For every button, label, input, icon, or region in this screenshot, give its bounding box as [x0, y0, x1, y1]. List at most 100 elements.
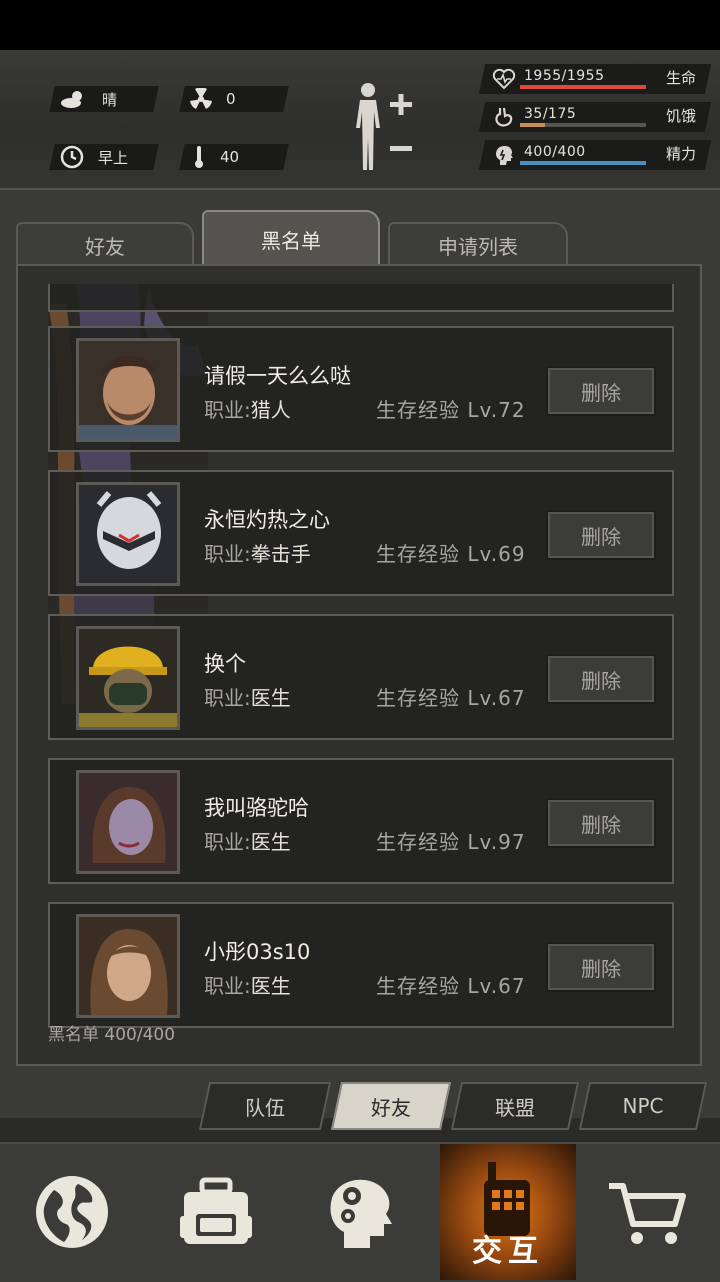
- subtab-team[interactable]: 队伍: [204, 1082, 326, 1130]
- exp-level: Lv.67: [467, 686, 526, 710]
- hp-bar: 1955/1955 生命: [478, 64, 712, 94]
- clock-icon: [60, 145, 84, 169]
- delete-button[interactable]: 删除: [546, 942, 656, 992]
- hunger-value: 35/175: [524, 106, 577, 122]
- radiation-value: 0: [226, 90, 236, 108]
- job-value: 猎人: [250, 398, 291, 422]
- brown-haired-woman-avatar[interactable]: [76, 914, 180, 1018]
- energy-label: 精力: [665, 145, 696, 163]
- hp-track: [520, 85, 646, 89]
- heart-icon: [492, 68, 516, 90]
- dark-haired-woman-avatar[interactable]: [76, 770, 180, 874]
- list-item: 换个职业:医生 生存经验 Lv.67 删除: [48, 614, 674, 740]
- nav-interact-label: 交互: [472, 1234, 544, 1269]
- player-name: 请假一天么么哒: [204, 364, 351, 388]
- exp-prefix: 生存经验: [376, 542, 460, 566]
- temperature-value: 40: [220, 148, 240, 166]
- player-exp: 生存经验 Lv.67: [376, 682, 526, 711]
- player-name: 我叫骆驼哈: [204, 796, 309, 820]
- exp-level: Lv.69: [467, 542, 526, 566]
- exp-prefix: 生存经验: [376, 830, 460, 854]
- job-prefix: 职业: [204, 542, 244, 566]
- temperature-chip: 40: [192, 144, 239, 170]
- player-name: 小彤03s10: [204, 940, 311, 964]
- delete-button[interactable]: 删除: [546, 510, 656, 560]
- delete-button[interactable]: 删除: [546, 366, 656, 416]
- player-job: 职业:拳击手: [204, 542, 311, 566]
- player-name: 换个: [204, 652, 246, 676]
- hp-value: 1955/1955: [524, 68, 605, 84]
- list-item-partial: [48, 284, 674, 312]
- job-value: 医生: [250, 974, 291, 998]
- stat-fill: [520, 161, 646, 165]
- energy-track: [520, 161, 646, 165]
- job-value: 医生: [250, 686, 291, 710]
- exp-level: Lv.72: [467, 398, 526, 422]
- globe-icon: [36, 1176, 108, 1248]
- stat-fill: [520, 85, 646, 89]
- nav-skills-button[interactable]: [288, 1144, 432, 1280]
- player-exp: 生存经验 Lv.69: [376, 538, 526, 567]
- brain-icon: [496, 146, 513, 165]
- blacklist-count-value: 400/400: [104, 1025, 176, 1045]
- player-job: 职业:医生: [204, 974, 291, 998]
- player-job: 职业:猎人: [204, 398, 291, 422]
- player-exp: 生存经验 Lv.67: [376, 970, 526, 999]
- exp-prefix: 生存经验: [376, 974, 460, 998]
- masked-helmet-avatar[interactable]: [76, 482, 180, 586]
- radiation-chip: 0: [190, 86, 236, 112]
- radiation-icon: [190, 88, 212, 109]
- blacklist-count-label: 黑名单: [48, 1025, 99, 1045]
- job-prefix: 职业: [204, 830, 244, 854]
- hp-label: 生命: [665, 69, 696, 87]
- subtab-npc[interactable]: NPC: [584, 1082, 702, 1130]
- job-value: 拳击手: [250, 542, 311, 566]
- job-value: 医生: [250, 830, 291, 854]
- energy-bar: 400/400 精力: [478, 140, 712, 170]
- hardhat-gasmask-avatar[interactable]: [76, 626, 180, 730]
- status-bar: [0, 0, 720, 50]
- thermometer-icon: [195, 146, 203, 168]
- exp-prefix: 生存经验: [376, 686, 460, 710]
- job-prefix: 职业: [204, 398, 244, 422]
- tab-blacklist[interactable]: 黑名单: [202, 210, 380, 266]
- player-exp: 生存经验 Lv.72: [376, 394, 526, 423]
- weather-chip: 晴: [60, 86, 117, 112]
- tab-friends[interactable]: 好友: [16, 222, 194, 266]
- head-gears-icon: [330, 1179, 392, 1248]
- stat-fill: [520, 123, 546, 127]
- subtab-friends[interactable]: 好友: [336, 1082, 446, 1130]
- delete-button[interactable]: 删除: [546, 798, 656, 848]
- exp-prefix: 生存经验: [376, 398, 460, 422]
- hunger-label: 饥饿: [665, 107, 696, 125]
- hunger-bar: 35/175 饥饿: [478, 102, 712, 132]
- backpack-icon: [180, 1177, 252, 1244]
- player-job: 职业:医生: [204, 686, 291, 710]
- stomach-icon: [495, 107, 513, 127]
- blacklist-count: 黑名单 400/400: [48, 1020, 175, 1045]
- exp-level: Lv.67: [467, 974, 526, 998]
- time-chip: 早上: [60, 144, 128, 170]
- subtab-alliance[interactable]: 联盟: [456, 1082, 574, 1130]
- job-prefix: 职业: [204, 686, 244, 710]
- player-job: 职业:医生: [204, 830, 291, 854]
- tab-requests[interactable]: 申请列表: [388, 222, 568, 266]
- cloud-sun-icon: [61, 91, 82, 108]
- player-exp: 生存经验 Lv.97: [376, 826, 526, 855]
- character-body-icon[interactable]: [348, 80, 418, 174]
- job-prefix: 职业: [204, 974, 244, 998]
- player-name: 永恒灼热之心: [204, 508, 330, 532]
- list-item: 永恒灼热之心 职业:拳击手 生存经验 Lv.69 删除: [48, 470, 674, 596]
- shopping-cart-icon: [609, 1183, 686, 1244]
- nav-shop-button[interactable]: [576, 1144, 720, 1280]
- weather-value: 晴: [102, 90, 118, 109]
- nav-world-button[interactable]: [0, 1144, 144, 1280]
- exp-level: Lv.97: [467, 830, 526, 854]
- time-value: 早上: [98, 148, 129, 167]
- delete-button[interactable]: 删除: [546, 654, 656, 704]
- hunger-track: [520, 123, 646, 127]
- bearded-man-avatar[interactable]: [76, 338, 180, 442]
- list-item: 请假一天么么哒 职业:猎人 生存经验 Lv.72 删除: [48, 326, 674, 452]
- nav-bag-button[interactable]: [144, 1144, 288, 1280]
- energy-value: 400/400: [524, 144, 586, 160]
